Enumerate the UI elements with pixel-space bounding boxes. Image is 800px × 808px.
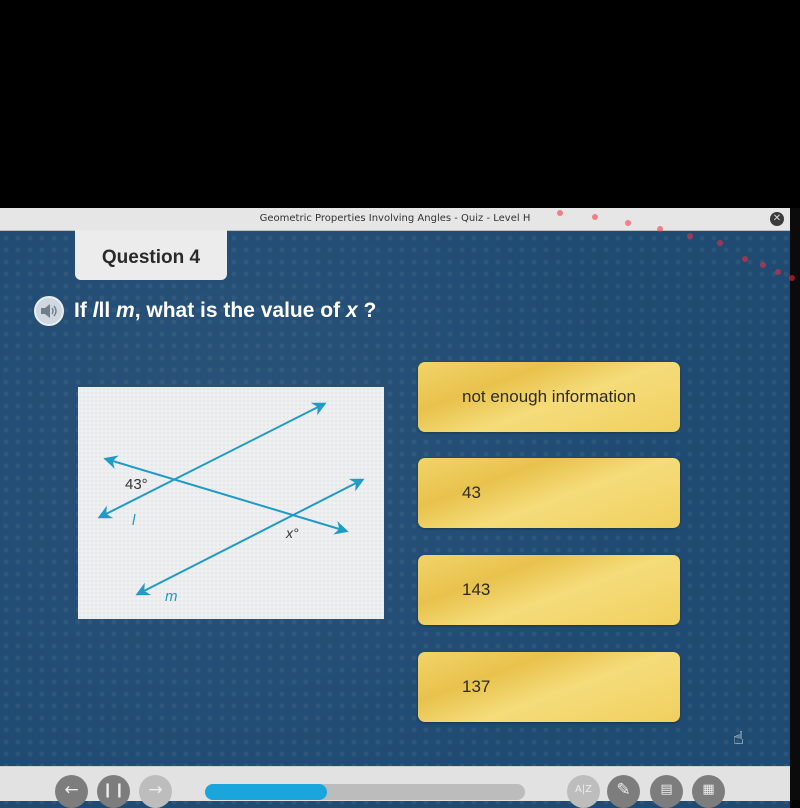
line-m-symbol: m (116, 299, 135, 322)
variable-x: x (345, 299, 358, 322)
answer-option-1[interactable]: not enough information (418, 362, 680, 432)
quiz-screen: Geometric Properties Involving Angles - … (0, 208, 790, 808)
question-text: If lll m, what is the value of x ? (74, 299, 376, 323)
close-icon[interactable]: ✕ (770, 212, 784, 226)
arrow-right-icon[interactable]: → (139, 775, 172, 808)
answer-option-label: 143 (462, 580, 491, 599)
question-text-middle: , what is the value of (134, 299, 346, 322)
arrow-left-icon[interactable]: ← (55, 775, 88, 808)
calculator-icon[interactable]: ▦ (692, 775, 725, 808)
diagram-svg: 43° x° l m (97, 402, 365, 605)
question-number: Question 4 (101, 247, 201, 268)
window-titlebar: Geometric Properties Involving Angles - … (0, 208, 790, 231)
answer-option-label: 137 (462, 677, 491, 696)
window-title: Geometric Properties Involving Angles - … (259, 213, 531, 224)
line-m-label: m (165, 588, 178, 605)
hand-cursor-icon: ☝ (733, 728, 744, 749)
bottom-toolbar: ← ❙❙ → A|Z ✎ ▤ ▦ (0, 766, 790, 808)
question-text-prefix: If (74, 299, 93, 322)
question-text-suffix: ? (357, 299, 377, 322)
answer-option-label: not enough information (462, 387, 636, 406)
speaker-icon[interactable] (34, 296, 64, 326)
answer-option-4[interactable]: 137 (418, 652, 680, 722)
answer-option-label: 43 (462, 483, 481, 502)
question-prompt: If lll m, what is the value of x ? (34, 296, 376, 326)
parallel-symbol: ll (98, 299, 111, 322)
pause-icon[interactable]: ❙❙ (97, 775, 130, 808)
line-l (97, 402, 327, 519)
glossary-az-icon[interactable]: A|Z (567, 775, 600, 808)
question-number-tab: Question 4 (75, 230, 227, 280)
angle-43-label: 43° (125, 476, 148, 493)
progress-fill (205, 784, 327, 800)
line-m (135, 478, 365, 596)
monitor-bezel (790, 208, 800, 800)
notepad-icon[interactable]: ▤ (650, 775, 683, 808)
answer-option-3[interactable]: 143 (418, 555, 680, 625)
angle-diagram: 43° x° l m (78, 387, 384, 619)
pencil-icon[interactable]: ✎ (607, 775, 640, 808)
angle-x-label: x° (285, 525, 299, 541)
answer-option-2[interactable]: 43 (418, 458, 680, 528)
progress-bar (205, 784, 525, 800)
line-l-label: l (132, 512, 136, 529)
